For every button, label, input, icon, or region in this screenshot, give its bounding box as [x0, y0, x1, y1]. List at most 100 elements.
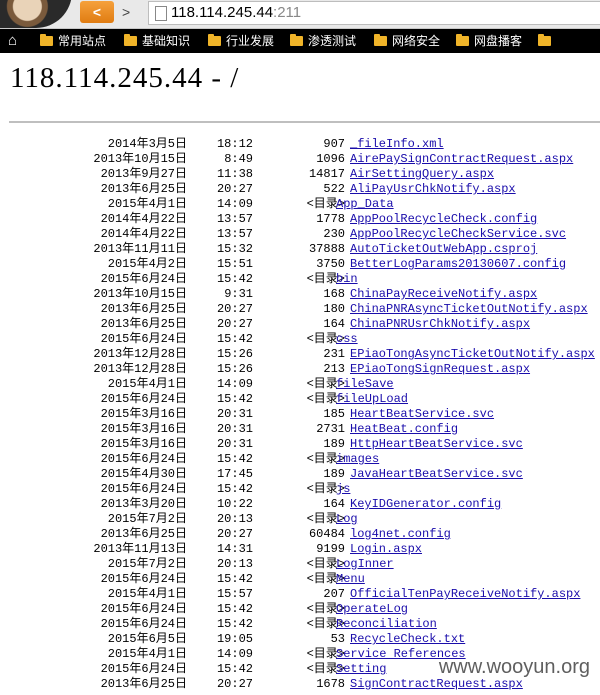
file-link[interactable]: EPiaoTongAsyncTicketOutNotify.aspx	[350, 347, 595, 362]
directory-link[interactable]: css	[336, 332, 358, 347]
modified-date: 2013年10月15日	[93, 287, 187, 301]
modified-date: 2015年6月24日	[100, 572, 187, 586]
bookmark-more[interactable]	[538, 33, 556, 50]
bookmark-hangye[interactable]: 行业发展	[208, 33, 274, 50]
modified-date: 2014年3月5日	[107, 137, 187, 151]
directory-link[interactable]: fileSave	[336, 377, 394, 392]
modified-date: 2013年12月28日	[93, 347, 187, 361]
directory-link[interactable]: Menu	[336, 572, 365, 587]
file-link[interactable]: ChinaPNRAsyncTicketOutNotify.aspx	[350, 302, 588, 317]
directory-link[interactable]: LogInner	[336, 557, 394, 572]
file-link[interactable]: RecycleCheck.txt	[350, 632, 465, 647]
modified-date: 2015年6月24日	[100, 662, 187, 676]
directory-link[interactable]: Log	[336, 512, 358, 527]
directory-link[interactable]: Reconciliation	[336, 617, 437, 632]
file-link[interactable]: AutoTicketOutWebApp.csproj	[350, 242, 537, 257]
listing-row: 2015年4月1日 14:09 <目录> App_Data	[0, 197, 600, 212]
bookmark-wangluo[interactable]: 网络安全	[374, 33, 440, 50]
file-link[interactable]: OfficialTenPayReceiveNotify.aspx	[350, 587, 580, 602]
file-link[interactable]: AirSettingQuery.aspx	[350, 167, 494, 182]
modified-date: 2013年6月25日	[100, 677, 187, 691]
page-icon	[155, 6, 167, 21]
file-link[interactable]: EPiaoTongSignRequest.aspx	[350, 362, 530, 377]
address-bar[interactable]: 118.114.245.44:211	[148, 1, 600, 25]
listing-row: 2015年3月16日 20:31 2731 HeatBeat.config	[0, 422, 600, 437]
directory-link[interactable]: OperateLog	[336, 602, 408, 617]
file-size: 189	[323, 467, 345, 481]
modified-time: 9:31	[224, 287, 253, 301]
listing-row: 2015年7月2日 20:13 <目录> Log	[0, 512, 600, 527]
listing-row: 2013年6月25日 20:27 164 ChinaPNRUsrChkNotify.a…	[0, 317, 600, 332]
modified-date: 2015年4月1日	[107, 647, 187, 661]
listing-row: 2015年4月30日 17:45 189 JavaHeartBeatService.s…	[0, 467, 600, 482]
bookmark-shentou[interactable]: 渗透测试	[290, 33, 356, 50]
file-link[interactable]: HeartBeatService.svc	[350, 407, 494, 422]
listing-row: 2015年6月24日 15:42 <目录> Menu	[0, 572, 600, 587]
file-size: 185	[323, 407, 345, 421]
modified-date: 2015年4月30日	[100, 467, 187, 481]
modified-time: 15:42	[216, 482, 253, 496]
folder-icon	[456, 34, 469, 46]
forward-button[interactable]: >	[122, 1, 140, 23]
modified-time: 15:42	[216, 452, 253, 466]
listing-row: 2015年3月16日 20:31 189 HttpHeartBeatService.s…	[0, 437, 600, 452]
file-size: 1778	[316, 212, 345, 226]
bookmark-jichu[interactable]: 基础知识	[124, 33, 190, 50]
bookmark-wangpan[interactable]: 网盘播客	[456, 33, 522, 50]
modified-date: 2015年6月5日	[107, 632, 187, 646]
modified-time: 15:26	[216, 362, 253, 376]
modified-time: 20:13	[216, 512, 253, 526]
modified-time: 15:32	[216, 242, 253, 256]
file-size: 180	[323, 302, 345, 316]
listing-row: 2014年4月22日 13:57 230 AppPoolRecycleCheckSer…	[0, 227, 600, 242]
modified-date: 2015年6月24日	[100, 392, 187, 406]
listing-row: 2015年6月24日 15:42 <目录> js	[0, 482, 600, 497]
directory-link[interactable]: App_Data	[336, 197, 394, 212]
file-link[interactable]: BetterLogParams20130607.config	[350, 257, 566, 272]
modified-date: 2014年4月22日	[100, 212, 187, 226]
modified-time: 20:31	[216, 422, 253, 436]
file-link[interactable]: AliPayUsrChkNotify.aspx	[350, 182, 516, 197]
file-size: 907	[323, 137, 345, 151]
directory-link[interactable]: images	[336, 452, 379, 467]
back-button[interactable]: <	[80, 1, 114, 23]
file-link[interactable]: ChinaPayReceiveNotify.aspx	[350, 287, 537, 302]
directory-link[interactable]: fileUpLoad	[336, 392, 408, 407]
file-link[interactable]: Login.aspx	[350, 542, 422, 557]
address-url[interactable]: 118.114.245.44:211	[171, 4, 301, 21]
listing-row: 2015年4月2日 15:51 3750 BetterLogParams2013060…	[0, 257, 600, 272]
directory-link[interactable]: bin	[336, 272, 358, 287]
home-icon[interactable]: ⌂	[8, 33, 24, 49]
directory-link[interactable]: Setting	[336, 662, 386, 677]
file-link[interactable]: ChinaPNRUsrChkNotify.aspx	[350, 317, 530, 332]
listing-row: 2013年11月13日 14:31 9199 Login.aspx	[0, 542, 600, 557]
modified-date: 2015年6月24日	[100, 272, 187, 286]
file-link[interactable]: HeatBeat.config	[350, 422, 458, 437]
modified-time: 15:57	[216, 587, 253, 601]
directory-link[interactable]: js	[336, 482, 350, 497]
file-link[interactable]: JavaHeartBeatService.svc	[350, 467, 523, 482]
modified-date: 2015年4月1日	[107, 587, 187, 601]
modified-date: 2015年4月1日	[107, 197, 187, 211]
file-link[interactable]: AppPoolRecycleCheckService.svc	[350, 227, 566, 242]
modified-time: 14:09	[216, 647, 253, 661]
bookmark-label: 常用站点	[58, 34, 107, 48]
file-link[interactable]: AppPoolRecycleCheck.config	[350, 212, 537, 227]
file-link[interactable]: log4net.config	[350, 527, 451, 542]
file-link[interactable]: _fileInfo.xml	[350, 137, 444, 152]
file-size: 1096	[316, 152, 345, 166]
file-link[interactable]: HttpHeartBeatService.svc	[350, 437, 523, 452]
listing-row: 2015年4月1日 15:57 207 OfficialTenPayReceiveNo…	[0, 587, 600, 602]
modified-time: 20:13	[216, 557, 253, 571]
modified-date: 2015年4月2日	[107, 257, 187, 271]
file-link[interactable]: KeyIDGenerator.config	[350, 497, 501, 512]
user-avatar[interactable]	[0, 0, 72, 28]
folder-icon	[538, 34, 551, 46]
file-size: 164	[323, 497, 345, 511]
modified-time: 14:09	[216, 377, 253, 391]
file-link[interactable]: AirePaySignContractRequest.aspx	[350, 152, 573, 167]
file-size: 1678	[316, 677, 345, 691]
file-link[interactable]: SignContractRequest.aspx	[350, 677, 523, 692]
modified-date: 2015年6月24日	[100, 452, 187, 466]
bookmark-changyong[interactable]: 常用站点	[40, 33, 106, 50]
